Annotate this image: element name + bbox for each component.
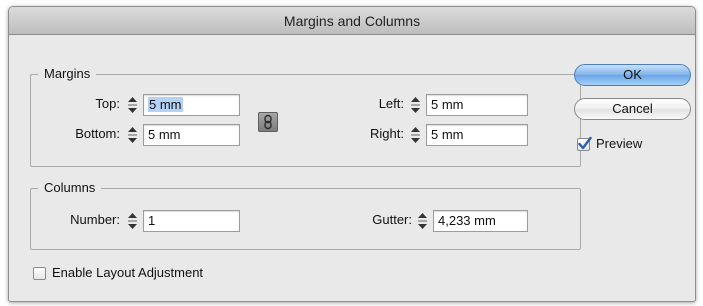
gutter-label: Gutter: bbox=[372, 212, 412, 227]
top-stepper[interactable] bbox=[126, 95, 139, 115]
left-margin-input[interactable]: 5 mm bbox=[426, 94, 528, 116]
title-bar[interactable]: Margins and Columns bbox=[9, 7, 695, 35]
number-stepper[interactable] bbox=[126, 211, 139, 231]
margins-group-label: Margins bbox=[38, 66, 97, 81]
number-columns-input[interactable]: 1 bbox=[143, 210, 240, 232]
gutter-input[interactable]: 4,233 mm bbox=[433, 210, 528, 232]
ok-button[interactable]: OK bbox=[574, 64, 691, 86]
left-label: Left: bbox=[378, 96, 404, 111]
bottom-margin-input[interactable]: 5 mm bbox=[143, 124, 240, 146]
bottom-label: Bottom: bbox=[75, 126, 120, 141]
left-stepper[interactable] bbox=[409, 95, 422, 115]
margins-group bbox=[30, 74, 581, 167]
preview-label: Preview bbox=[596, 136, 643, 151]
bottom-stepper[interactable] bbox=[126, 125, 139, 145]
check-mark-icon bbox=[578, 136, 592, 150]
number-label: Number: bbox=[70, 212, 120, 227]
columns-group-label: Columns bbox=[38, 180, 102, 195]
gutter-stepper[interactable] bbox=[416, 211, 429, 231]
right-margin-input[interactable]: 5 mm bbox=[426, 124, 528, 146]
top-label: Top: bbox=[95, 96, 120, 111]
top-margin-input[interactable]: 5 mm bbox=[143, 94, 240, 116]
layout-adjustment-label: Enable Layout Adjustment bbox=[52, 265, 204, 280]
layout-adjustment-checkbox[interactable] bbox=[33, 267, 46, 280]
chain-link-icon[interactable] bbox=[258, 112, 278, 132]
right-label: Right: bbox=[370, 126, 404, 141]
preview-checkbox[interactable] bbox=[577, 136, 592, 151]
dialog-title: Margins and Columns bbox=[283, 13, 421, 29]
right-stepper[interactable] bbox=[409, 125, 422, 145]
cancel-button[interactable]: Cancel bbox=[574, 98, 691, 120]
margins-columns-dialog: Margins and Columns Margins Top: 5 mm Bo… bbox=[8, 6, 696, 302]
